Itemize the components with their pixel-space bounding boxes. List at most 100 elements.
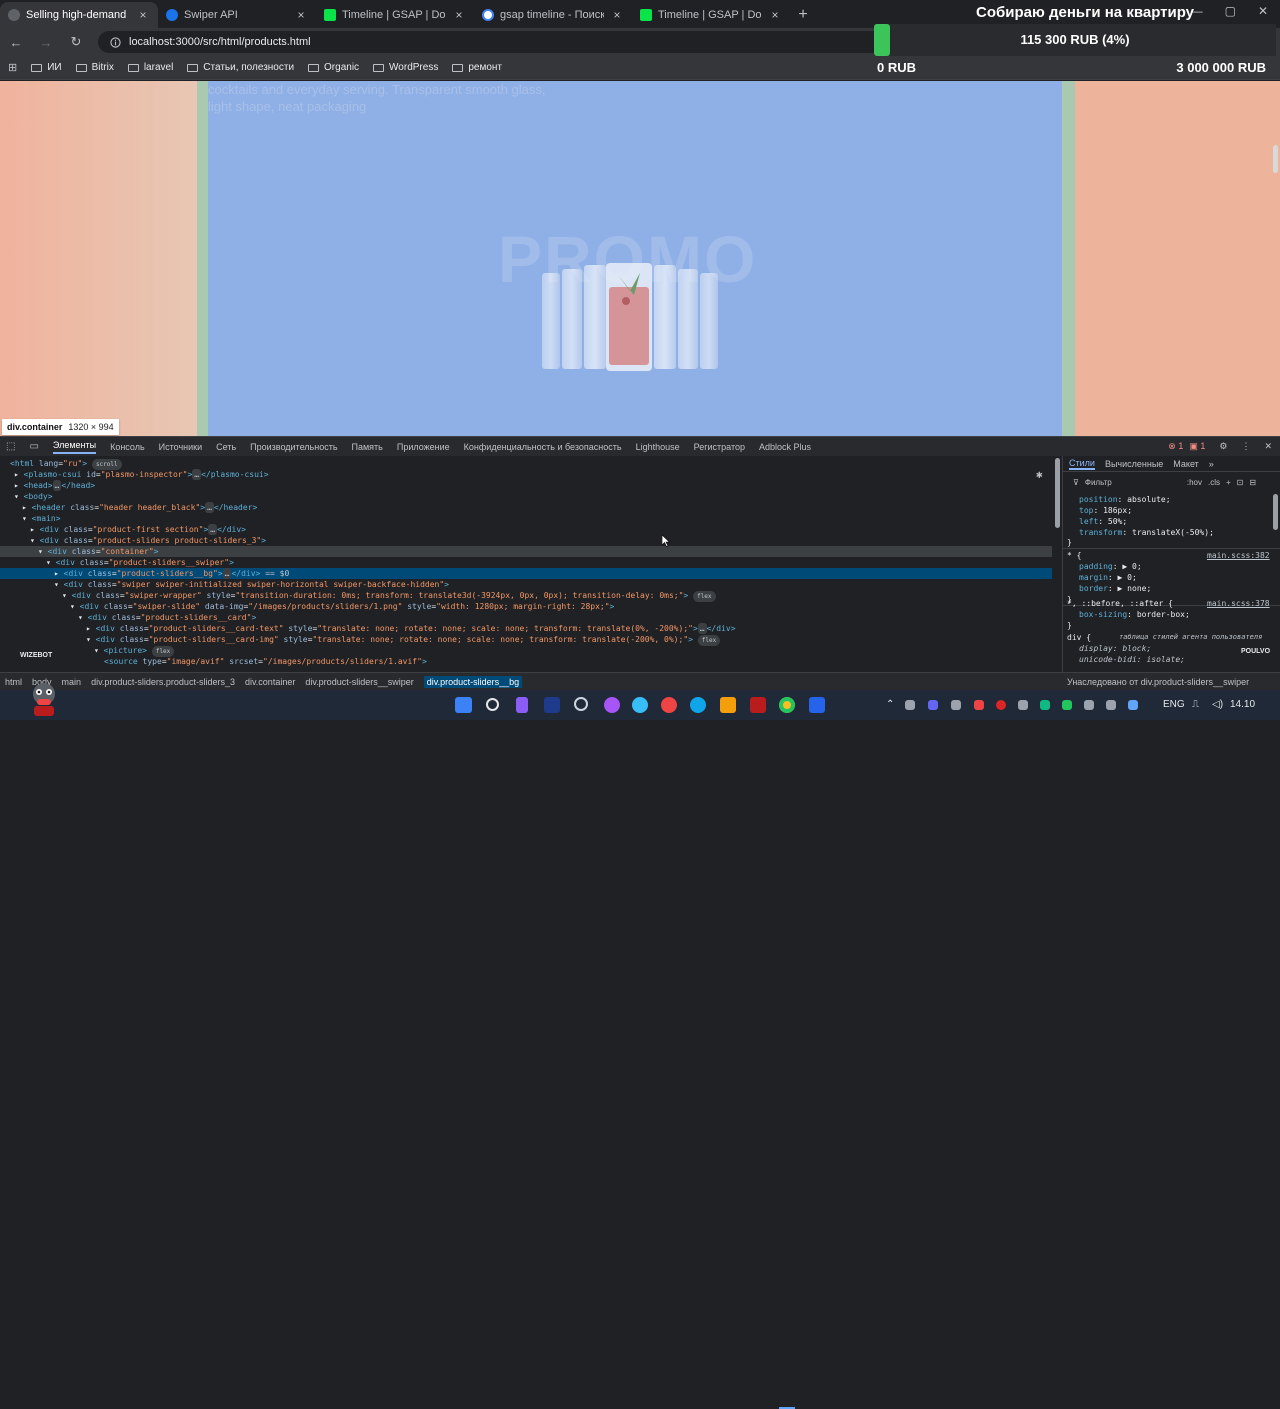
tab-privacy[interactable]: Конфиденциальность и безопасность xyxy=(464,442,622,452)
rule-selector[interactable]: * { xyxy=(1067,550,1081,561)
tab-adblock[interactable]: Adblock Plus xyxy=(759,442,811,452)
hov-toggle[interactable]: :hov xyxy=(1187,478,1202,487)
close-icon[interactable]: × xyxy=(452,8,466,22)
tab-elements[interactable]: Элементы xyxy=(52,440,97,454)
app-icon[interactable] xyxy=(604,697,620,713)
vscode-icon[interactable] xyxy=(809,697,825,713)
breadcrumb-item[interactable]: div.container xyxy=(245,677,295,687)
style-prop[interactable]: margin: ▶ 0; xyxy=(1079,572,1137,583)
dom-node[interactable]: ▾ <div class="product-sliders__card-img"… xyxy=(0,634,1052,646)
bookmark-folder[interactable]: Organic xyxy=(308,62,359,73)
tab-console[interactable]: Консоль xyxy=(110,442,145,452)
rule-source-link[interactable]: main.scss:378 xyxy=(1207,598,1270,609)
close-icon[interactable]: × xyxy=(294,8,308,22)
dom-node[interactable]: ▾ <body> xyxy=(0,491,1052,502)
dom-node[interactable]: ▸ <div class="product-first section">… </… xyxy=(0,524,1052,535)
volume-icon[interactable]: ◁) xyxy=(1212,699,1223,710)
styles-scrollbar-thumb[interactable] xyxy=(1273,494,1278,530)
styles-filter-input[interactable]: Фильтр xyxy=(1085,478,1181,487)
style-prop[interactable]: position: absolute; xyxy=(1079,494,1171,505)
breadcrumb-item[interactable]: div.product-sliders.product-sliders_3 xyxy=(91,677,235,687)
dom-node[interactable]: ▾ <div class="product-sliders__swiper"> xyxy=(0,557,1052,568)
tab-sources[interactable]: Источники xyxy=(159,442,202,452)
tray-app-icon[interactable] xyxy=(996,700,1006,710)
tab-products[interactable]: Selling high-demand products × xyxy=(0,2,158,28)
yandex-icon[interactable] xyxy=(661,697,677,713)
style-prop[interactable]: transform: translateX(-50%); xyxy=(1079,527,1214,538)
tray-app-icon[interactable] xyxy=(1040,700,1050,710)
close-icon[interactable]: × xyxy=(768,8,782,22)
rule-source-link[interactable]: main.scss:382 xyxy=(1207,550,1270,561)
style-prop[interactable]: box-sizing: border-box; xyxy=(1079,609,1190,620)
tray-app-icon[interactable] xyxy=(1062,700,1072,710)
accessibility-icon[interactable]: ✱ xyxy=(1036,468,1043,481)
tray-app-icon[interactable] xyxy=(1106,700,1116,710)
dom-node[interactable]: ▾ <picture> flex xyxy=(0,645,1052,657)
tray-app-icon[interactable] xyxy=(905,700,915,710)
inspect-element-icon[interactable]: ⬚ xyxy=(6,441,15,452)
search-icon[interactable] xyxy=(486,698,499,711)
taskview-icon[interactable] xyxy=(516,697,528,713)
breadcrumb-item[interactable]: html xyxy=(5,677,22,687)
address-bar[interactable]: localhost:3000/src/html/products.html xyxy=(98,31,888,53)
tab-swiper-api[interactable]: Swiper API × xyxy=(158,2,316,28)
breadcrumb-item-selected[interactable]: div.product-sliders__bg xyxy=(423,675,523,688)
tab-lighthouse[interactable]: Lighthouse xyxy=(636,442,680,452)
reload-button[interactable]: ↻ xyxy=(68,34,84,50)
settings-gear-icon[interactable]: ⚙ xyxy=(1219,441,1227,452)
add-rule-icon[interactable]: + xyxy=(1226,478,1231,487)
dom-node[interactable]: ▾ <main> xyxy=(0,513,1052,524)
more-tabs-icon[interactable]: » xyxy=(1209,459,1214,469)
language-indicator[interactable]: ENG xyxy=(1163,699,1185,710)
tray-app-icon[interactable] xyxy=(951,700,961,710)
new-tab-button[interactable]: + xyxy=(790,2,816,28)
tab-gsap-timeline-2[interactable]: Timeline | GSAP | Docs & Learn × xyxy=(632,2,790,28)
apps-icon[interactable]: ⊞ xyxy=(8,61,17,74)
bookmark-folder[interactable]: Статьи, полезности xyxy=(187,62,294,73)
tray-chevron-icon[interactable]: ⌃ xyxy=(886,699,894,710)
more-options-icon[interactable]: ⋮ xyxy=(1241,441,1250,452)
dom-node[interactable]: ▾ <div class="swiper-wrapper" style="tra… xyxy=(0,590,1052,602)
dom-node[interactable]: ▸ <plasmo-csui id="plasmo-inspector">… </… xyxy=(0,469,1052,480)
tab-gsap-timeline[interactable]: Timeline | GSAP | Docs & Learn × xyxy=(316,2,474,28)
tray-app-icon[interactable] xyxy=(974,700,984,710)
layout-tab[interactable]: Макет xyxy=(1173,459,1198,469)
rule-selector[interactable]: *, ::before, ::after { xyxy=(1067,598,1173,609)
toggle-rendering-icon[interactable]: ⊡ xyxy=(1237,478,1244,487)
chrome-icon[interactable] xyxy=(779,697,795,713)
back-button[interactable]: ← xyxy=(8,35,24,50)
breadcrumb-item[interactable]: main xyxy=(62,677,82,687)
close-icon[interactable]: × xyxy=(136,8,150,22)
dom-node[interactable]: <source type="image/avif" srcset="/image… xyxy=(0,656,1052,667)
bookmark-folder[interactable]: Bitrix xyxy=(75,62,114,73)
dom-node-selected[interactable]: ▸ <div class="product-sliders__bg">… </di… xyxy=(0,568,1052,579)
breadcrumb-item[interactable]: div.product-sliders__swiper xyxy=(305,677,413,687)
dom-node[interactable]: ▾ <div class="swiper swiper-initialized … xyxy=(0,579,1052,590)
steam-icon[interactable] xyxy=(544,697,560,713)
windows-start-icon[interactable] xyxy=(455,697,472,713)
telegram-icon[interactable] xyxy=(690,697,706,713)
style-prop[interactable]: left: 50%; xyxy=(1079,516,1127,527)
close-icon[interactable]: × xyxy=(610,8,624,22)
dom-node[interactable]: ▾ <div class="product-sliders product-sl… xyxy=(0,535,1052,546)
error-badge[interactable]: ⊗ 1 xyxy=(1168,441,1183,452)
discord-icon[interactable] xyxy=(928,700,938,710)
dom-node[interactable]: <html lang="ru"> scroll xyxy=(0,458,1052,470)
dom-node[interactable]: ▸ <header class="header header_black">… <… xyxy=(0,502,1052,513)
tab-recorder[interactable]: Регистратор xyxy=(694,442,745,452)
info-icon[interactable] xyxy=(110,36,121,48)
bookmark-folder[interactable]: laravel xyxy=(127,62,173,73)
device-toolbar-icon[interactable]: ▭ xyxy=(29,441,38,452)
cls-toggle[interactable]: .cls xyxy=(1208,478,1220,487)
bookmark-folder[interactable]: WordPress xyxy=(373,62,438,73)
network-icon[interactable]: ⎍ xyxy=(1192,699,1199,710)
close-devtools-icon[interactable]: ✕ xyxy=(1264,441,1272,452)
styles-tab[interactable]: Стили xyxy=(1069,458,1095,470)
bookmark-folder[interactable]: ремонт xyxy=(452,62,502,73)
tray-app-icon[interactable] xyxy=(1128,700,1138,710)
dom-node[interactable]: ▸ <head>… </head> xyxy=(0,480,1052,491)
dom-node[interactable]: ▸ <div class="product-sliders__card-text… xyxy=(0,623,1052,634)
edge-icon[interactable] xyxy=(632,697,648,713)
dom-node[interactable]: ▾ <div class="swiper-slide" data-img="/i… xyxy=(0,601,1052,612)
sidebar-toggle-icon[interactable]: ⊟ xyxy=(1249,478,1256,487)
